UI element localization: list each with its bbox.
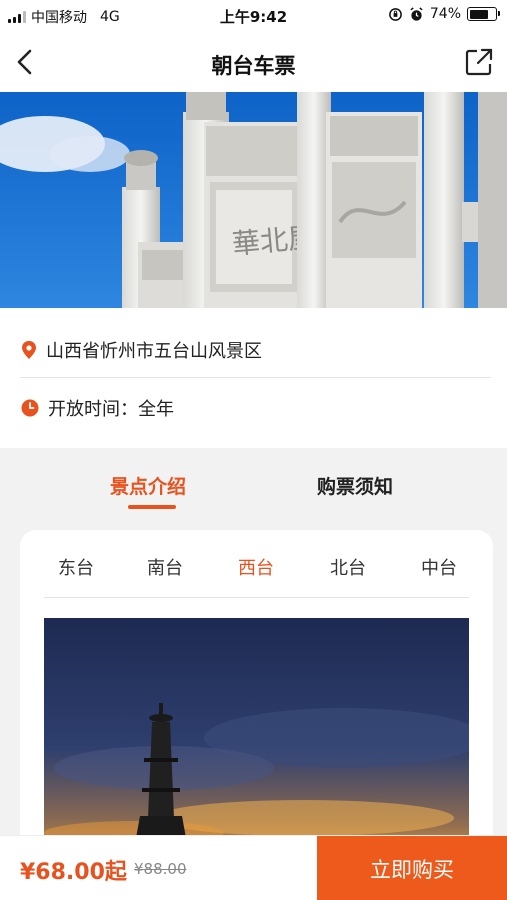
- subtabs-divider: [44, 597, 469, 598]
- original-price: ¥88.00: [134, 860, 187, 878]
- info-section: 山西省忻州市五台山风景区 开放时间：全年: [0, 308, 507, 448]
- hours-row: 开放时间：全年: [20, 380, 491, 436]
- alarm-icon: [410, 6, 423, 21]
- stone-archway-image: 華北屋: [0, 92, 507, 308]
- hero-image: 華北屋: [0, 92, 507, 308]
- share-external-icon: [465, 48, 493, 76]
- subtab-west[interactable]: 西台: [238, 554, 274, 580]
- status-right: 74%: [388, 6, 500, 22]
- main-tabs: 景点介绍 购票须知: [0, 448, 507, 528]
- current-price: ¥68.00起: [20, 860, 127, 885]
- clock-icon: [21, 399, 39, 417]
- battery-percent: 74%: [429, 6, 461, 22]
- nav-bar: 朝台车票: [0, 30, 507, 92]
- tab-ticket-notice[interactable]: 购票须知: [317, 472, 393, 499]
- share-button[interactable]: [463, 46, 495, 78]
- subtab-south[interactable]: 南台: [147, 554, 183, 580]
- subtab-center[interactable]: 中台: [421, 554, 457, 580]
- subtab-east[interactable]: 东台: [58, 554, 94, 580]
- bottom-bar: ¥68.00起 ¥88.00 立即购买: [0, 835, 507, 900]
- subtab-north[interactable]: 北台: [330, 554, 366, 580]
- battery-icon: [467, 7, 500, 21]
- rotation-lock-icon: [389, 7, 402, 21]
- page-title: 朝台车票: [211, 54, 296, 78]
- address-row[interactable]: 山西省忻州市五台山风景区: [20, 322, 491, 378]
- hours-text: 开放时间：全年: [48, 399, 174, 420]
- location-pin-icon: [22, 340, 36, 359]
- tab-active-indicator: [128, 505, 176, 509]
- buy-now-button[interactable]: 立即购买: [317, 836, 507, 900]
- subtabs: 东台 南台 西台 北台 中台: [20, 530, 493, 598]
- tab-attraction-intro[interactable]: 景点介绍: [110, 472, 186, 499]
- address-text: 山西省忻州市五台山风景区: [46, 340, 262, 362]
- status-bar: 中国移动 4G 上午9:42 74%: [0, 0, 507, 30]
